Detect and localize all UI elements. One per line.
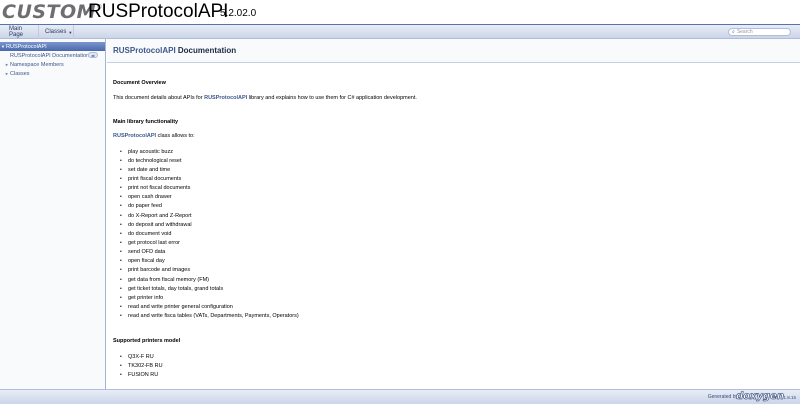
project-name: RUSProtocolAPI bbox=[88, 1, 229, 22]
list-item: read and write printer general configura… bbox=[120, 302, 299, 311]
chevron-down-icon: ▼ bbox=[68, 29, 73, 35]
list-item: do technological reset bbox=[120, 156, 299, 165]
title-area: CUSTOM ® RUSProtocolAPI 5.2.02.0 bbox=[0, 0, 800, 25]
tree-item-label: RUSProtocolAPI bbox=[6, 43, 47, 50]
list-item: open cash drawer bbox=[120, 193, 299, 202]
list-item: do document void bbox=[120, 229, 299, 238]
list-item: print fiscal documents bbox=[120, 174, 299, 183]
list-item: FUSION RU bbox=[120, 370, 163, 379]
doxygen-version: 1.8.15 bbox=[783, 395, 796, 400]
class-intro-text: class allows to: bbox=[156, 133, 195, 139]
list-item: Q3X-F RU bbox=[120, 352, 163, 361]
tree-item-label: Classes bbox=[10, 70, 30, 77]
custom-logo: CUSTOM ® bbox=[2, 1, 102, 23]
overview-text-post: library and explains how to use them for… bbox=[247, 95, 417, 101]
tree-item-label: Namespace Members bbox=[10, 61, 64, 68]
side-nav-tree: ▼ RUSProtocolAPI RUSProtocolAPI Document… bbox=[0, 39, 106, 389]
list-item: send OFD data bbox=[120, 248, 299, 257]
tree-item-rusprotocolapi[interactable]: ▼ RUSProtocolAPI bbox=[0, 42, 105, 51]
list-item: print not fiscal documents bbox=[120, 184, 299, 193]
tree-item-classes[interactable]: ► Classes bbox=[0, 69, 105, 78]
overview-heading: Document Overview bbox=[113, 80, 166, 86]
list-item: get ticket totals, day totals, grand tot… bbox=[120, 284, 299, 293]
page-title: RUSProtocolAPI Documentation bbox=[113, 46, 236, 55]
list-item: print barcode and images bbox=[120, 266, 299, 275]
page-header: RUSProtocolAPI Documentation bbox=[107, 39, 800, 63]
doc-content: RUSProtocolAPI Documentation Document Ov… bbox=[107, 39, 800, 389]
printers-heading: Supported printers model bbox=[113, 338, 181, 344]
class-intro-paragraph: RUSProtocolAPI class allows to: bbox=[113, 133, 195, 139]
list-item: TK302-FB RU bbox=[120, 361, 163, 370]
list-item: get printer info bbox=[120, 293, 299, 302]
tab-classes[interactable]: Classes ▼ bbox=[40, 25, 74, 39]
list-item: read and write fisca tables (VATs, Depar… bbox=[120, 312, 299, 321]
overview-paragraph: This document details about APIs for RUS… bbox=[113, 95, 417, 101]
search-icon[interactable]: ⌕ bbox=[732, 28, 735, 36]
class-link[interactable]: RUSProtocolAPI bbox=[113, 133, 156, 139]
printers-list: Q3X-F RU TK302-FB RU FUSION RU bbox=[120, 352, 163, 379]
functionality-list: play acoustic buzz do technological rese… bbox=[120, 147, 299, 321]
main-navbar: Main Page Classes ▼ ⌕ Search bbox=[0, 25, 800, 39]
list-item: play acoustic buzz bbox=[120, 147, 299, 156]
list-item: get protocol last error bbox=[120, 238, 299, 247]
overview-link[interactable]: RUSProtocolAPI bbox=[204, 95, 247, 101]
tab-main-page[interactable]: Main Page bbox=[4, 25, 39, 39]
list-item: set date and time bbox=[120, 165, 299, 174]
search-placeholder: Search bbox=[736, 29, 753, 35]
generated-by-text: Generated by bbox=[707, 394, 738, 400]
list-item: do X-Report and Z-Report bbox=[120, 211, 299, 220]
footer-bar: Generated by doxygen 1.8.15 bbox=[0, 389, 800, 404]
list-item: do paper feed bbox=[120, 202, 299, 211]
page-title-rest: Documentation bbox=[175, 46, 237, 55]
list-item: open fiscal day bbox=[120, 257, 299, 266]
tree-item-namespace-members[interactable]: ► Namespace Members bbox=[0, 60, 105, 69]
tab-main-page-label: Main Page bbox=[9, 26, 24, 38]
doxygen-logo[interactable]: doxygen bbox=[736, 391, 785, 403]
list-item: get data from fiscal memory (FM) bbox=[120, 275, 299, 284]
main-functionality-heading: Main library functionality bbox=[113, 119, 179, 125]
sync-icon[interactable]: ⇄ bbox=[88, 52, 98, 58]
overview-text-pre: This document details about APIs for bbox=[113, 95, 205, 101]
list-item: do deposit and withdrawal bbox=[120, 220, 299, 229]
logo-text: CUSTOM bbox=[2, 1, 97, 23]
page-title-highlight: RUSProtocolAPI bbox=[113, 46, 176, 55]
tree-item-label: RUSProtocolAPI Documentation bbox=[10, 52, 90, 59]
search-input[interactable]: ⌕ Search bbox=[728, 28, 791, 36]
tab-classes-label: Classes bbox=[45, 29, 67, 35]
project-number: 5.2.02.0 bbox=[220, 8, 257, 19]
